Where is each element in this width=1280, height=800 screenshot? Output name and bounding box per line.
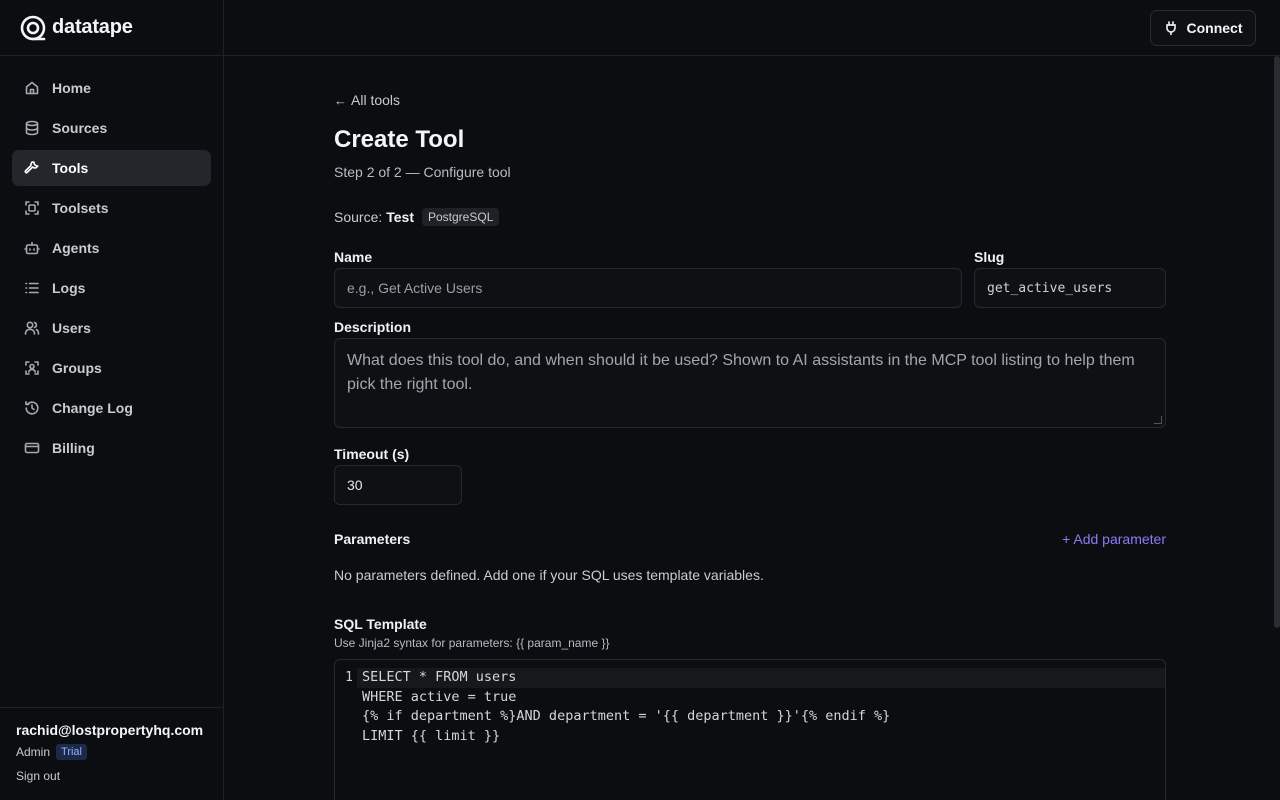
bot-icon (24, 240, 40, 256)
sidebar-item-billing[interactable]: Billing (12, 430, 211, 466)
user-email: rachid@lostpropertyhq.com (16, 722, 204, 738)
wrench-icon (24, 160, 40, 176)
datatape-logo-icon (20, 15, 46, 40)
editor-gutter: 1 (335, 660, 357, 800)
parameters-empty-state: No parameters defined. Add one if your S… (334, 567, 764, 583)
user-role-row: Admin Trial (16, 744, 207, 760)
page-scrollbar[interactable] (1274, 56, 1280, 800)
sidebar-item-change-log[interactable]: Change Log (12, 390, 211, 426)
source-prefix: Source: (334, 209, 383, 225)
back-to-all-tools-link[interactable]: ← All tools (334, 92, 400, 108)
slug-input[interactable] (987, 280, 1153, 296)
plug-icon (1165, 21, 1176, 35)
sidebar-item-label: Logs (52, 280, 86, 296)
home-icon (24, 80, 40, 96)
parameters-heading: Parameters (334, 531, 411, 547)
sign-out-link[interactable]: Sign out (16, 769, 207, 783)
sidebar-item-label: Sources (52, 120, 108, 136)
add-parameter-button[interactable]: + Add parameter (1062, 531, 1166, 547)
sidebar-item-groups[interactable]: Groups (12, 350, 211, 386)
sidebar-item-sources[interactable]: Sources (12, 110, 211, 146)
sidebar-item-label: Groups (52, 360, 102, 376)
user-panel: rachid@lostpropertyhq.com Admin Trial Si… (0, 707, 223, 800)
sidebar-item-agents[interactable]: Agents (12, 230, 211, 266)
code-line[interactable]: SELECT * FROM users (362, 669, 516, 685)
connect-label: Connect (1186, 20, 1243, 36)
code-line[interactable]: {% if department %}AND department = '{{ … (362, 708, 890, 724)
code-line[interactable]: LIMIT {{ limit }} (362, 728, 500, 744)
description-textarea[interactable] (347, 349, 1153, 417)
connect-button[interactable]: Connect (1150, 10, 1256, 46)
brand-name: datatape (52, 16, 133, 38)
back-label: All tools (351, 92, 401, 108)
line-number: 1 (345, 670, 353, 685)
source-type-badge: PostgreSQL (422, 208, 500, 226)
slug-label: Slug (974, 249, 1005, 265)
top-bar: Connect (224, 0, 1280, 56)
timeout-input[interactable] (347, 477, 449, 493)
sidebar-item-tools[interactable]: Tools (12, 150, 211, 186)
page-title: Create Tool (334, 126, 465, 153)
sidebar-item-toolsets[interactable]: Toolsets (12, 190, 211, 226)
name-label: Name (334, 249, 373, 265)
database-icon (24, 120, 40, 136)
name-input[interactable] (347, 280, 949, 296)
sidebar: datatape Home Sources Tools Toolsets Age… (0, 0, 224, 800)
sidebar-item-label: Agents (52, 240, 100, 256)
sql-editor[interactable]: 1 SELECT * FROM users WHERE active = tru… (334, 659, 1166, 800)
sidebar-item-label: Users (52, 320, 91, 336)
sidebar-item-label: Tools (52, 160, 89, 176)
user-scan-icon (24, 360, 40, 376)
resize-handle[interactable] (1154, 416, 1162, 424)
app-window: datatape Home Sources Tools Toolsets Age… (0, 0, 1280, 800)
sidebar-item-label: Home (52, 80, 91, 96)
sql-template-heading: SQL Template (334, 616, 427, 632)
slug-field-wrapper (974, 268, 1166, 308)
users-icon (24, 320, 40, 336)
source-name: Test (386, 209, 414, 225)
description-label: Description (334, 319, 412, 335)
sidebar-item-label: Toolsets (52, 200, 109, 216)
code-line[interactable]: WHERE active = true (362, 689, 516, 705)
scrollbar-thumb[interactable] (1274, 56, 1280, 628)
plan-badge: Trial (56, 744, 87, 760)
scan-icon (24, 200, 40, 216)
name-field-wrapper (334, 268, 962, 308)
arrow-left-icon: ← (334, 92, 347, 108)
sidebar-item-label: Change Log (52, 400, 133, 416)
brand[interactable]: datatape (0, 0, 223, 56)
sidebar-nav: Home Sources Tools Toolsets Agents Logs (0, 56, 223, 466)
description-field-wrapper (334, 338, 1166, 428)
sidebar-item-users[interactable]: Users (12, 310, 211, 346)
sidebar-item-label: Billing (52, 440, 95, 456)
step-subtitle: Step 2 of 2 — Configure tool (334, 164, 511, 180)
sidebar-item-logs[interactable]: Logs (12, 270, 211, 306)
credit-card-icon (24, 440, 40, 456)
list-icon (24, 280, 40, 296)
timeout-label: Timeout (s) (334, 446, 410, 462)
sql-template-hint: Use Jinja2 syntax for parameters: {{ par… (334, 636, 610, 650)
timeout-field-wrapper (334, 465, 462, 505)
history-icon (24, 400, 40, 416)
sidebar-item-home[interactable]: Home (12, 70, 211, 106)
source-info: Source: Test PostgreSQL (334, 208, 500, 226)
user-role: Admin (16, 745, 51, 759)
